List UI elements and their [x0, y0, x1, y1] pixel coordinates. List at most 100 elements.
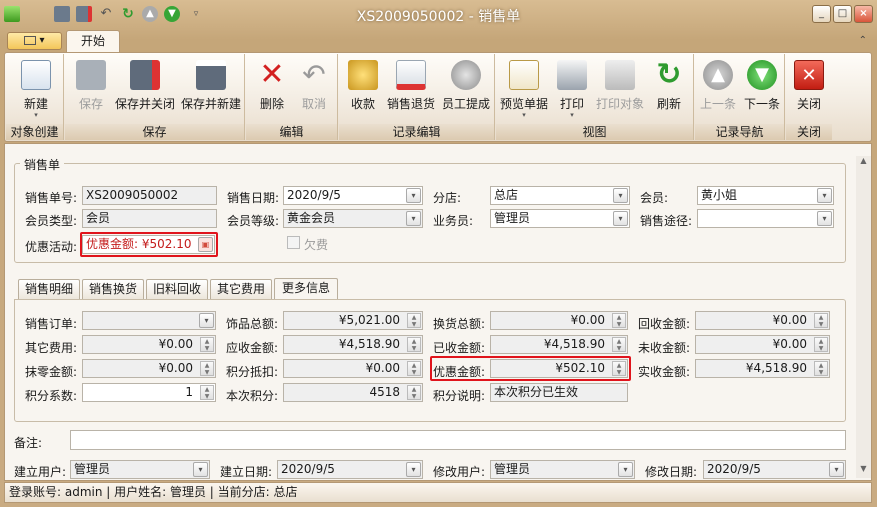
sales-order-select[interactable]: ▾	[82, 311, 216, 330]
refresh-button[interactable]: ↻ 刷新	[648, 58, 690, 116]
actual-field[interactable]: ¥4,518.90 ▲ ▼	[695, 359, 830, 378]
next-record-button[interactable]: ▼ 下一条	[741, 58, 783, 116]
tab-more-info[interactable]: 更多信息	[274, 278, 338, 300]
member-label: 会员:	[640, 191, 669, 205]
tab-recycle[interactable]: 旧料回收	[146, 279, 208, 300]
print-object-icon	[605, 60, 635, 90]
chevron-down-icon[interactable]: ▾	[829, 462, 844, 477]
maximize-button[interactable]: □	[833, 5, 852, 23]
exchange-field[interactable]: ¥0.00 ▲ ▼	[490, 311, 628, 330]
actual-label: 实收金额:	[638, 365, 691, 379]
receive-button[interactable]: 收款	[343, 58, 383, 116]
group-label: 对象创建	[6, 124, 63, 140]
received-field[interactable]: ¥4,518.90 ▲ ▼	[490, 335, 628, 354]
salesman-select[interactable]: 管理员 ▾	[490, 209, 630, 228]
deduct-field[interactable]: ¥0.00 ▲ ▼	[283, 359, 423, 378]
window-title: XS2009050002 - 销售单	[356, 9, 521, 25]
cancel-button[interactable]: ↶ 取消	[294, 58, 334, 116]
chevron-down-icon[interactable]: ▾	[817, 211, 832, 226]
channel-select[interactable]: ▾	[697, 209, 834, 228]
remark-label: 备注:	[14, 436, 43, 450]
chevron-down-icon[interactable]: ▾	[613, 211, 628, 226]
chevron-down-icon[interactable]: ▾	[406, 188, 421, 203]
points-note-field[interactable]: 本次积分已生效	[490, 383, 628, 402]
save-button[interactable]: 保存	[71, 58, 111, 116]
member-type-field[interactable]: 会员	[82, 209, 217, 228]
print-button[interactable]: 打印 ▾	[552, 58, 592, 119]
salesman-label: 业务员:	[433, 214, 474, 228]
group-record-edit: 收款 销售退货 员工提成 记录编辑	[339, 54, 495, 140]
modify-date-field[interactable]: 2020/9/5 ▾	[703, 460, 846, 479]
new-button[interactable]: 新建 ▾	[14, 58, 58, 119]
return-doc-icon	[396, 60, 426, 90]
owe-label: 欠费	[304, 238, 329, 252]
save-and-close-button[interactable]: 保存并关闭	[113, 58, 177, 116]
prev-record-button[interactable]: ▲ 上一条	[697, 58, 739, 116]
group-close: ✕ 关闭 关闭	[786, 54, 832, 140]
vertical-scrollbar[interactable]: ▲ ▼	[856, 156, 871, 478]
chevron-down-icon[interactable]: ▾	[618, 462, 633, 477]
spinner-icon: ▲ ▼	[814, 361, 828, 376]
order-no-field[interactable]: XS2009050002	[82, 186, 217, 205]
scroll-up-icon[interactable]: ▲	[856, 156, 871, 170]
chevron-down-icon[interactable]: ▾	[406, 462, 421, 477]
other-fee-label: 其它费用:	[25, 341, 78, 355]
close-window-button[interactable]: ×	[854, 5, 873, 23]
scroll-down-icon[interactable]: ▼	[856, 464, 871, 478]
round-field[interactable]: ¥0.00 ▲ ▼	[82, 359, 216, 378]
date-field[interactable]: 2020/9/5 ▾	[283, 186, 423, 205]
exchange-label: 换货总额:	[433, 317, 486, 331]
other-fee-field[interactable]: ¥0.00 ▲ ▼	[82, 335, 216, 354]
promo-highlight	[80, 232, 218, 257]
sales-return-button[interactable]: 销售退货	[385, 58, 437, 116]
member-level-label: 会员等级:	[227, 214, 280, 228]
points-field[interactable]: 4518 ▲ ▼	[283, 383, 423, 402]
date-label: 销售日期:	[227, 191, 280, 205]
coef-label: 积分系数:	[25, 389, 78, 403]
discount-highlight	[430, 356, 631, 381]
recycle-field[interactable]: ¥0.00 ▲ ▼	[695, 311, 830, 330]
down-arrow-icon: ▼	[747, 60, 777, 90]
coef-field[interactable]: 1 ▲ ▼	[82, 383, 216, 402]
spinner-icon: ▲ ▼	[200, 385, 214, 400]
close-button[interactable]: ✕ 关闭	[789, 58, 829, 116]
preview-button[interactable]: 预览单据 ▾	[498, 58, 550, 119]
chevron-down-icon[interactable]: ▾	[199, 313, 214, 328]
remark-field[interactable]	[70, 430, 846, 450]
chevron-down-icon[interactable]: ▾	[406, 211, 421, 226]
minimize-button[interactable]: _	[812, 5, 831, 23]
owe-checkbox[interactable]	[287, 236, 300, 249]
tab-sales-exchange[interactable]: 销售换货	[82, 279, 144, 300]
branch-select[interactable]: 总店 ▾	[490, 186, 630, 205]
modifier-field[interactable]: 管理员 ▾	[490, 460, 635, 479]
tab-start[interactable]: 开始	[66, 30, 120, 53]
member-select[interactable]: 黄小姐 ▾	[697, 186, 834, 205]
recycle-label: 回收金额:	[638, 317, 691, 331]
create-date-field[interactable]: 2020/9/5 ▾	[277, 460, 423, 479]
tab-sales-detail[interactable]: 销售明细	[18, 279, 80, 300]
total-field[interactable]: ¥5,021.00 ▲ ▼	[283, 311, 423, 330]
order-no-label: 销售单号:	[25, 191, 78, 205]
status-bar: 登录账号: admin | 用户姓名: 管理员 | 当前分店: 总店	[4, 482, 872, 503]
chevron-down-icon[interactable]: ▾	[193, 462, 208, 477]
new-document-icon	[21, 60, 51, 90]
tab-other-fees[interactable]: 其它费用	[210, 279, 272, 300]
points-note-label: 积分说明:	[433, 389, 486, 403]
delete-button[interactable]: ✕ 删除	[252, 58, 292, 116]
creator-field[interactable]: 管理员 ▾	[70, 460, 210, 479]
chevron-down-icon[interactable]: ▾	[817, 188, 832, 203]
application-menu-button[interactable]: ▾	[7, 32, 62, 50]
receivable-field[interactable]: ¥4,518.90 ▲ ▼	[283, 335, 423, 354]
spinner-icon: ▲ ▼	[200, 337, 214, 352]
printer-icon	[557, 60, 587, 90]
print-object-button[interactable]: 打印对象	[594, 58, 646, 116]
header-section-title: 销售单	[20, 156, 65, 173]
unreceived-field[interactable]: ¥0.00 ▲ ▼	[695, 335, 830, 354]
commission-button[interactable]: 员工提成	[439, 58, 493, 116]
chevron-down-icon[interactable]: ▾	[613, 188, 628, 203]
help-collapse-icon[interactable]: ⌃	[859, 35, 867, 46]
save-and-new-button[interactable]: 保存并新建	[179, 58, 243, 116]
group-label: 记录导航	[695, 124, 784, 140]
member-level-field[interactable]: 黄金会员 ▾	[283, 209, 423, 228]
gear-icon	[451, 60, 481, 90]
